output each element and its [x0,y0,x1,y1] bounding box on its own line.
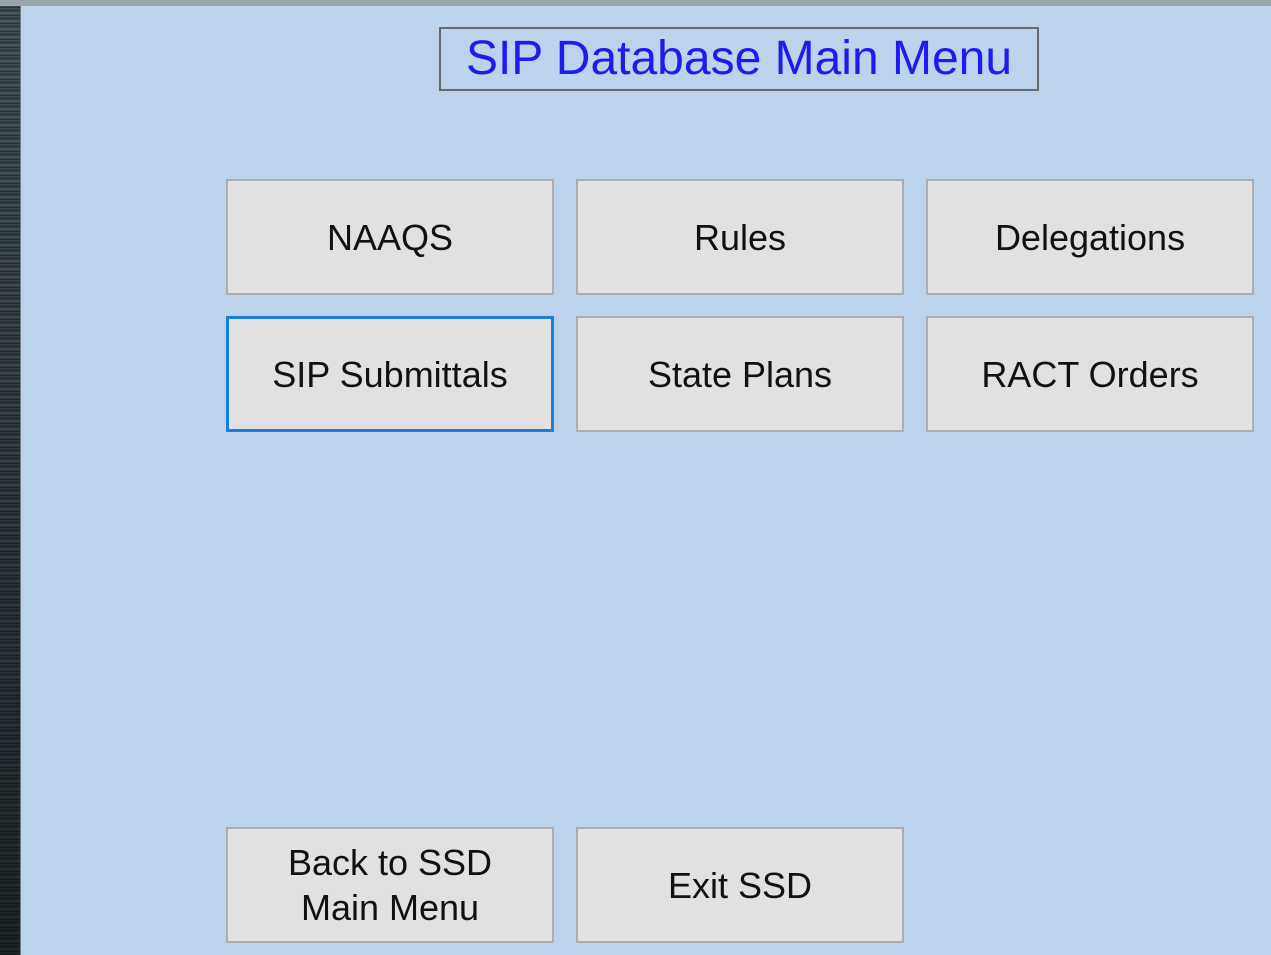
ract-orders-button[interactable]: RACT Orders [926,316,1254,432]
rules-button[interactable]: Rules [576,179,904,295]
delegations-button-label: Delegations [994,216,1186,258]
back-button-label: Back to SSD Main Menu [288,840,492,930]
ract-orders-button-label: RACT Orders [981,353,1199,395]
delegations-button[interactable]: Delegations [926,179,1254,295]
state-plans-button-label: State Plans [647,353,833,395]
title-label-box: SIP Database Main Menu [439,27,1039,91]
exit-ssd-button[interactable]: Exit SSD [576,827,904,943]
page-title: SIP Database Main Menu [465,32,1013,85]
state-plans-button[interactable]: State Plans [576,316,904,432]
naaqs-button[interactable]: NAAQS [226,179,554,295]
back-to-ssd-main-menu-button[interactable]: Back to SSD Main Menu [226,827,554,943]
main-menu-form: SIP Database Main Menu NAAQS Rules Deleg… [20,6,1271,955]
sip-submittals-button[interactable]: SIP Submittals [226,316,554,432]
rules-button-label: Rules [693,216,787,258]
desktop-background [0,0,22,955]
sip-submittals-button-label: SIP Submittals [272,353,508,395]
back-button-label-line2: Main Menu [300,887,480,928]
back-button-label-line1: Back to SSD [287,842,493,883]
naaqs-button-label: NAAQS [326,216,454,258]
exit-ssd-button-label: Exit SSD [667,864,813,906]
